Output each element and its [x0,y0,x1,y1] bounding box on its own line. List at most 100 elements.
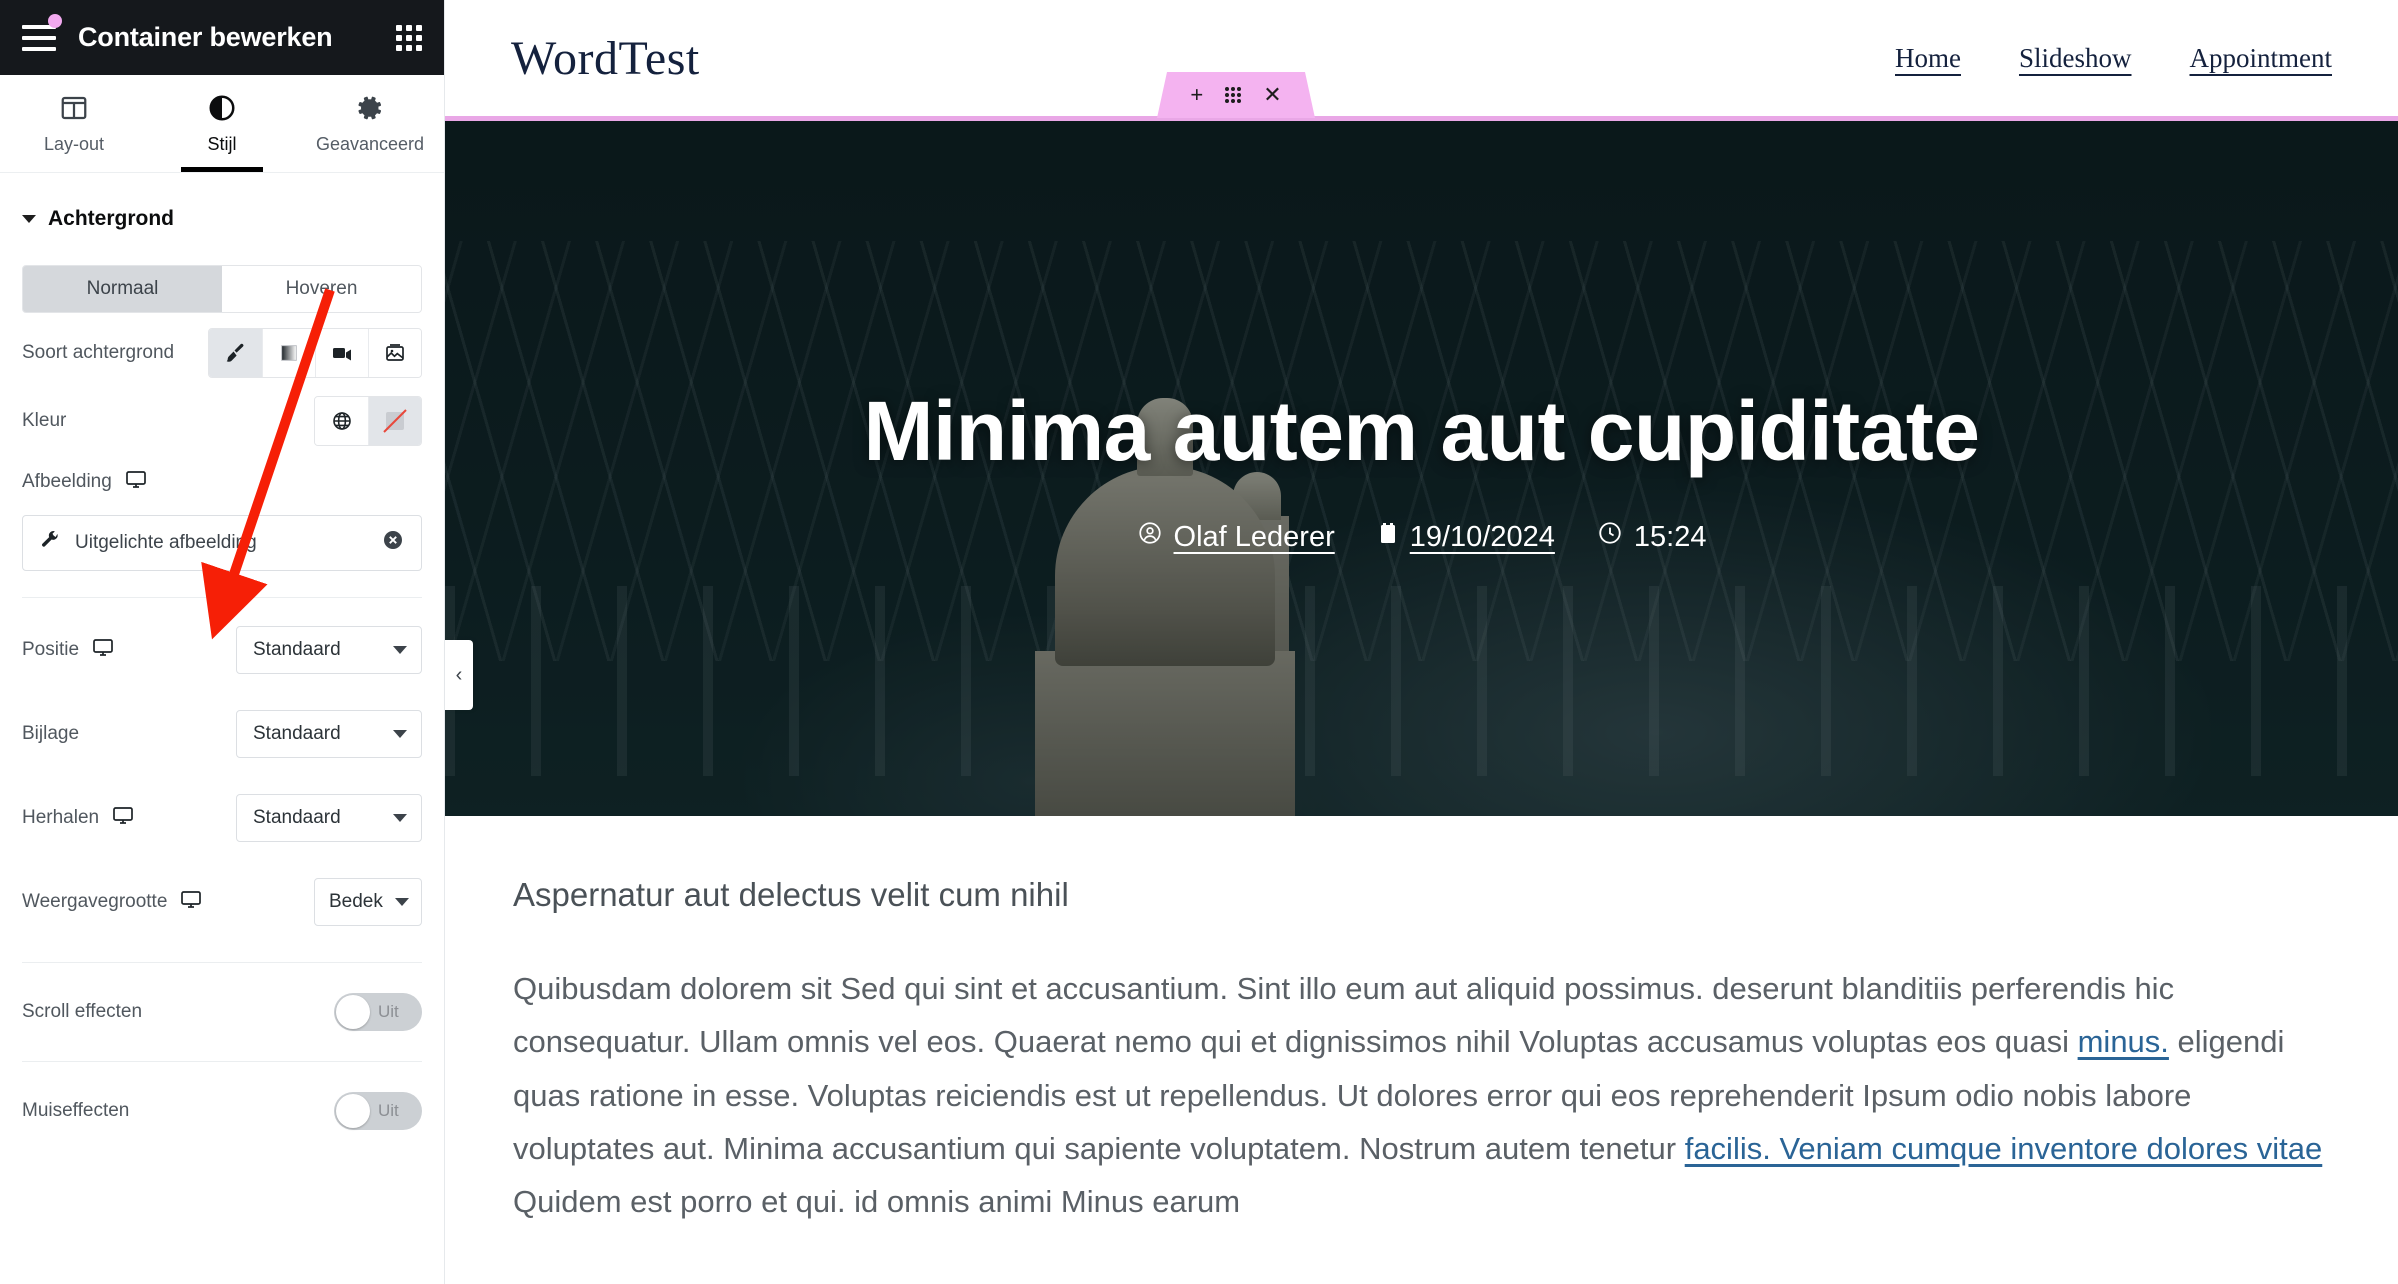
state-segmented-control: Normaal Hoveren [22,265,422,313]
tab-advanced-label: Geavanceerd [315,133,425,154]
section-achtergrond-header[interactable]: Achtergrond [0,173,444,251]
chevron-down-icon [393,730,407,738]
site-header: WordTest Home Slideshow Appointment + ✕ [445,0,2398,116]
article-paragraph: Quibusdam dolorem sit Sed qui sint et ac… [513,971,2323,1220]
positie-select[interactable]: Standaard [236,626,422,674]
state-hover-button[interactable]: Hoveren [222,266,421,312]
video-icon[interactable] [315,329,368,377]
image-value: Uitgelichte afbeelding [75,532,257,553]
no-color-icon[interactable] [368,397,421,445]
state-tabs-row: Normaal Hoveren [0,251,444,319]
chevron-down-icon [395,898,409,906]
hero-content: Minima autem aut cupiditate Olaf Lederer [445,121,2398,816]
muiseffecten-toggle[interactable]: Uit [334,1092,422,1130]
meta-author-text: Olaf Lederer [1173,520,1335,553]
tab-style-label: Stijl [207,133,237,154]
chevron-left-icon: ‹ [455,663,463,686]
herhalen-label: Herhalen [22,807,100,828]
meta-time: 15:24 [1597,520,1707,554]
hero-title: Minima autem aut cupiditate [863,384,1981,478]
gradient-icon[interactable] [262,329,315,377]
panel-collapse-toggle[interactable]: ‹ [445,640,473,710]
calendar-icon [1377,521,1399,554]
positie-label: Positie [22,639,80,660]
article-link-1[interactable]: minus. [2078,1024,2169,1059]
article-link-3[interactable]: facilis. Veniam cumque inventore dolores… [1685,1131,2323,1166]
meta-date[interactable]: 19/10/2024 [1377,521,1555,554]
state-normal-button[interactable]: Normaal [23,266,222,312]
background-type-label: Soort achtergrond [22,342,175,363]
panel-title: Container bewerken [78,22,333,52]
bijlage-label: Bijlage [22,723,80,744]
muiseffecten-label: Muiseffecten [22,1100,130,1121]
close-x-icon[interactable]: ✕ [1263,84,1281,106]
author-avatar-icon [1137,520,1163,554]
scroll-effecten-toggle[interactable]: Uit [334,993,422,1031]
panel-header: Container bewerken [0,0,444,75]
globe-icon[interactable] [315,397,368,445]
article-heading: Aspernatur aut delectus velit cum nihil [513,876,1069,913]
apps-grid-icon[interactable] [396,24,422,51]
herhalen-select[interactable]: Standaard [236,794,422,842]
panel-divider [22,597,422,598]
chevron-down-icon [393,814,407,822]
clear-circle-icon[interactable] [381,528,405,558]
row-scroll-effecten: Scroll effecten Uit [0,963,444,1061]
tab-layout-label: Lay-out [43,133,105,154]
tab-style[interactable]: Stijl [148,75,296,172]
row-herhalen: Herhalen Standaard [0,776,444,860]
notification-dot [48,13,62,28]
meta-date-text: 19/10/2024 [1409,520,1555,553]
scroll-effecten-state: Uit [378,1002,399,1021]
image-selector-field[interactable]: Uitgelichte afbeelding [22,515,422,571]
section-title: Achtergrond [48,207,174,230]
meta-time-text: 15:24 [1633,520,1707,553]
chevron-down-icon [393,646,407,654]
element-edit-toolbar: + ✕ [1157,72,1315,118]
muiseffecten-state: Uit [378,1101,399,1120]
tab-advanced[interactable]: Geavanceerd [296,75,444,172]
desktop-icon[interactable] [179,887,203,917]
desktop-icon[interactable] [91,635,115,665]
bijlage-select[interactable]: Standaard [236,710,422,758]
article-content: Aspernatur aut delectus velit cum nihil … [445,816,2398,1229]
nav-item-home[interactable]: Home [1895,43,1961,74]
meta-author[interactable]: Olaf Lederer [1137,520,1335,554]
background-type-row: Soort achtergrond [0,319,444,387]
nav-item-appointment[interactable]: Appointment [2190,43,2333,74]
hero-section[interactable]: Minima autem aut cupiditate Olaf Lederer [445,116,2398,816]
plus-icon[interactable]: + [1190,84,1203,106]
clock-icon [1597,520,1623,554]
desktop-icon[interactable] [124,467,148,497]
bijlage-value: Standaard [253,723,341,744]
nav-item-slideshow[interactable]: Slideshow [2019,43,2132,74]
site-nav: Home Slideshow Appointment [1895,43,2360,74]
contrast-circle-icon [207,93,237,123]
elementor-editor-screen: Container bewerken Lay-out Stijl Geavanc… [0,0,2398,1284]
drag-dots-icon[interactable] [1225,87,1241,103]
weergavegrootte-select[interactable]: Bedek [314,878,422,926]
weergavegrootte-value: Bedek [329,891,383,912]
site-logo[interactable]: WordTest [511,31,700,86]
toggle-knob [336,1094,370,1128]
editor-sidebar-panel: Container bewerken Lay-out Stijl Geavanc… [0,0,445,1284]
color-row: Kleur [0,387,444,455]
wrench-icon [39,529,61,557]
image-label-row: Afbeelding [0,455,444,509]
brush-classic-icon[interactable] [209,329,262,377]
slideshow-icon[interactable] [368,329,421,377]
row-positie: Positie Standaard [0,608,444,692]
panel-tabs: Lay-out Stijl Geavanceerd [0,75,444,173]
toggle-knob [336,995,370,1029]
background-type-options [208,328,422,378]
gear-icon [355,93,385,123]
color-options [314,396,422,446]
tab-layout[interactable]: Lay-out [0,75,148,172]
image-label: Afbeelding [22,471,112,492]
hamburger-icon[interactable] [22,13,62,51]
desktop-icon[interactable] [111,803,135,833]
weergavegrootte-label: Weergavegrootte [22,891,168,912]
herhalen-value: Standaard [253,807,341,828]
hero-meta: Olaf Lederer 19/10/2024 15:24 [1137,520,1707,554]
color-label: Kleur [22,410,67,431]
